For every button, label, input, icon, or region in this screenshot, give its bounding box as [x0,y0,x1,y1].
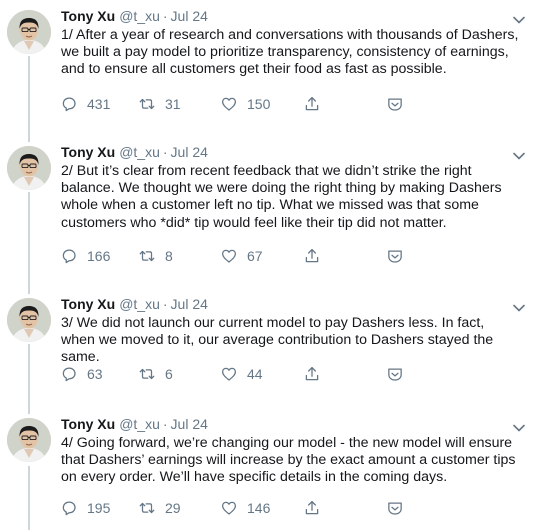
retweet-icon [138,365,156,383]
heart-icon [220,499,238,517]
share-icon [303,365,321,383]
separator: · [162,144,168,160]
avatar[interactable] [7,146,51,190]
reply-count: 63 [87,366,103,382]
tweet-actions: 166 8 67 [60,246,480,266]
direct-message-icon [386,95,404,113]
reply-button[interactable]: 195 [60,498,110,518]
tweet[interactable]: Tony Xu @t_xu · Jul 24 4/ Going forward, we… [0,408,535,530]
direct-message-button[interactable] [386,498,404,518]
direct-message-button[interactable] [386,94,404,114]
tweet-text: 1/ After a year of research and conversa… [61,27,519,78]
direct-message-icon [386,247,404,265]
share-button[interactable] [303,364,321,384]
tweet-actions: 431 31 150 [60,94,480,114]
heart-icon [220,247,238,265]
tweet-header: Tony Xu @t_xu · Jul 24 [61,414,208,434]
like-button[interactable]: 44 [220,364,263,384]
retweet-count: 29 [165,500,181,516]
reply-count: 166 [87,248,111,264]
chevron-down-icon[interactable] [512,420,526,432]
retweet-button[interactable]: 29 [138,498,181,518]
reply-count: 195 [87,500,111,516]
tweet-date[interactable]: Jul 24 [171,144,208,160]
retweet-button[interactable]: 6 [138,364,173,384]
chevron-down-icon[interactable] [512,12,526,24]
like-count: 150 [247,96,271,112]
retweet-icon [138,95,156,113]
direct-message-icon [386,499,404,517]
heart-icon [220,365,238,383]
avatar[interactable] [7,10,51,54]
tweet-actions: 195 29 146 [60,498,480,518]
author-name[interactable]: Tony Xu [61,8,115,24]
separator: · [162,296,168,312]
share-icon [303,499,321,517]
tweet-text: 4/ Going forward, we’re changing our mod… [61,435,516,486]
retweet-count: 8 [165,248,173,264]
direct-message-button[interactable] [386,364,404,384]
like-count: 67 [247,248,263,264]
tweet-text: 3/ We did not launch our current model t… [61,315,494,366]
reply-button[interactable]: 63 [60,364,103,384]
like-button[interactable]: 150 [220,94,270,114]
retweet-count: 31 [165,96,181,112]
tweet[interactable]: Tony Xu @t_xu · Jul 24 2/ But it’s clear fr… [0,136,535,288]
heart-icon [220,95,238,113]
tweet-text: 2/ But it’s clear from recent feedback t… [61,163,502,231]
author-name[interactable]: Tony Xu [61,144,115,160]
share-button[interactable] [303,498,321,518]
like-count: 44 [247,366,263,382]
retweet-button[interactable]: 31 [138,94,181,114]
author-name[interactable]: Tony Xu [61,296,115,312]
separator: · [162,8,168,24]
tweet[interactable]: Tony Xu @t_xu · Jul 24 1/ After a year of r… [0,0,535,136]
reply-count: 431 [87,96,111,112]
author-handle[interactable]: @t_xu [119,416,160,432]
tweet-date[interactable]: Jul 24 [171,8,208,24]
author-handle[interactable]: @t_xu [119,8,160,24]
reply-icon [60,499,78,517]
reply-icon [60,247,78,265]
share-button[interactable] [303,246,321,266]
reply-button[interactable]: 166 [60,246,110,266]
share-button[interactable] [303,94,321,114]
like-count: 146 [247,500,271,516]
author-handle[interactable]: @t_xu [119,144,160,160]
like-button[interactable]: 67 [220,246,263,266]
reply-icon [60,365,78,383]
retweet-button[interactable]: 8 [138,246,173,266]
retweet-count: 6 [165,366,173,382]
author-name[interactable]: Tony Xu [61,416,115,432]
tweet-date[interactable]: Jul 24 [171,416,208,432]
tweet-date[interactable]: Jul 24 [171,296,208,312]
chevron-down-icon[interactable] [512,148,526,160]
tweet-header: Tony Xu @t_xu · Jul 24 [61,294,208,314]
tweet-header: Tony Xu @t_xu · Jul 24 [61,142,208,162]
like-button[interactable]: 146 [220,498,270,518]
separator: · [162,416,168,432]
direct-message-icon [386,365,404,383]
reply-button[interactable]: 431 [60,94,110,114]
share-icon [303,95,321,113]
avatar[interactable] [7,298,51,342]
chevron-down-icon[interactable] [512,300,526,312]
retweet-icon [138,499,156,517]
author-handle[interactable]: @t_xu [119,296,160,312]
tweet-header: Tony Xu @t_xu · Jul 24 [61,6,208,26]
avatar[interactable] [7,418,51,462]
share-icon [303,247,321,265]
tweet[interactable]: Tony Xu @t_xu · Jul 24 3/ We did not launch… [0,288,535,406]
reply-icon [60,95,78,113]
tweet-actions: 63 6 44 [60,364,480,384]
retweet-icon [138,247,156,265]
direct-message-button[interactable] [386,246,404,266]
